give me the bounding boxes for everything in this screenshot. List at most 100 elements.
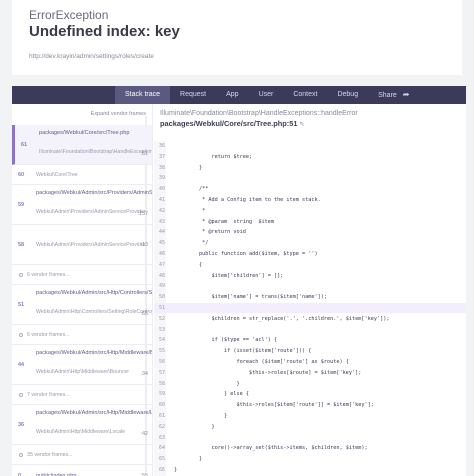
line-number[interactable]: 62: [154, 422, 166, 432]
code-text: }: [174, 456, 203, 463]
line-number[interactable]: 40: [154, 184, 166, 194]
frame-class-name: Illuminate\Foundation\Bootstrap\HandleEx…: [39, 149, 153, 155]
exception-type: ErrorException: [29, 8, 109, 22]
frame-class-name: Webkul\Admin\Providers\AdminServiceProvi…: [36, 242, 146, 248]
stack-frame[interactable]: packages/Webkul/Admin/src/Http/Middlewar…: [12, 345, 152, 385]
code-line: 58 }: [154, 379, 466, 389]
edit-icon[interactable]: ✎: [299, 122, 304, 128]
tab-app[interactable]: App: [216, 86, 248, 104]
line-number[interactable]: 66: [154, 465, 166, 475]
stack-frame[interactable]: Webkul\Core\Tree 60: [12, 165, 152, 185]
line-number[interactable]: 36: [154, 141, 166, 151]
line-number[interactable]: 54: [154, 335, 166, 345]
code-line: 52 $children = str_replace('.', '.childr…: [154, 314, 466, 324]
stack-frame[interactable]: public/index.php 0:55: [12, 465, 152, 476]
frame-index: 44: [18, 362, 25, 368]
line-number[interactable]: 59: [154, 389, 166, 399]
line-number[interactable]: 56: [154, 357, 166, 367]
code-line: 62 }: [154, 422, 466, 432]
expand-vendor-frames-button[interactable]: Expand vendor frames: [91, 111, 146, 117]
frame-file-path: packages/Webkul/Admin/src/Http/Middlewar…: [36, 350, 152, 356]
code-line: 53: [154, 325, 466, 335]
vendor-frames-toggle[interactable]: 6 vendor frames...: [12, 325, 152, 345]
stack-frame[interactable]: packages/Webkul/Admin/src/Http/Middlewar…: [12, 405, 152, 445]
tab-debug[interactable]: Debug: [327, 86, 368, 104]
frame-index: 60: [18, 172, 25, 178]
code-text: * Add a Config item to the item stack.: [174, 197, 321, 203]
line-number[interactable]: 39: [154, 173, 166, 183]
frame-line-number: :34: [140, 371, 148, 377]
frame-file-path: packages/Webkul/Admin/src/Providers/Admi…: [36, 190, 153, 196]
vendor-frames-label: 7 vendor frames...: [27, 392, 70, 398]
stack-frame[interactable]: packages/Webkul/Admin/src/Http/Controlle…: [12, 285, 153, 325]
vendor-dot-icon: [19, 272, 23, 277]
line-number[interactable]: 64: [154, 443, 166, 453]
code-line: 66}: [154, 465, 466, 475]
line-number[interactable]: 65: [154, 454, 166, 464]
line-number[interactable]: 44: [154, 227, 166, 237]
code-line-highlighted: 51: [154, 303, 466, 313]
code-text: * @return void: [174, 229, 246, 236]
vendor-frames-label: 6 vendor frames...: [27, 272, 70, 278]
line-number[interactable]: 47: [154, 260, 166, 270]
code-file-path[interactable]: packages/Webkul/Core/src/Tree.php:51 ✎: [160, 119, 305, 128]
request-url[interactable]: http://dev.krayin/admin/settings/roles/c…: [29, 53, 445, 60]
vendor-frames-toggle[interactable]: 6 vendor frames...: [12, 265, 152, 285]
tab-stack-trace[interactable]: Stack trace: [115, 86, 171, 104]
vendor-frames-label: 35 vendor frames...: [27, 452, 73, 458]
code-line: 36: [154, 141, 466, 151]
error-header: ErrorException Undefined index: key http…: [12, 0, 462, 75]
stack-frame[interactable]: packages/Webkul/Core/src/Tree.php Illumin…: [12, 125, 153, 165]
line-number[interactable]: 42: [154, 206, 166, 216]
line-number[interactable]: 63: [154, 433, 166, 443]
code-text: }: [174, 380, 240, 387]
stack-frame[interactable]: Webkul\Admin\Providers\AdminServiceProvi…: [12, 225, 152, 265]
code-text: * @param string $item: [174, 218, 274, 225]
frame-line-number: :157: [137, 211, 148, 217]
line-number[interactable]: 46: [154, 249, 166, 259]
code-line: 42 *: [154, 206, 466, 216]
stack-frame[interactable]: packages/Webkul/Admin/src/Providers/Admi…: [12, 185, 153, 225]
code-line: 49: [154, 281, 466, 291]
line-number[interactable]: 61: [154, 411, 166, 421]
code-line: 65 }: [154, 454, 466, 464]
line-number[interactable]: 52: [154, 314, 166, 324]
tab-request[interactable]: Request: [170, 86, 216, 104]
vendor-frames-label: 6 vendor frames...: [27, 332, 70, 338]
line-number[interactable]: 41: [154, 195, 166, 205]
vendor-dot-icon: [19, 332, 23, 337]
frame-line-number: :51: [140, 151, 148, 157]
frame-class-name: Webkul\Admin\Http\Controllers\Setting\Ro…: [36, 309, 153, 315]
line-number[interactable]: 37: [154, 152, 166, 162]
tab-context[interactable]: Context: [283, 86, 327, 104]
line-number[interactable]: 48: [154, 271, 166, 281]
vendor-frames-toggle[interactable]: 7 vendor frames...: [12, 385, 152, 405]
code-text: $children = str_replace('.', '.children.…: [174, 315, 390, 322]
code-text: $item['name'] = trans($item['name']);: [174, 294, 328, 301]
line-number[interactable]: 60: [154, 400, 166, 410]
line-number[interactable]: 53: [154, 325, 166, 335]
code-line: 64 core()->array_set($this->items, $chil…: [154, 443, 466, 453]
code-text: if ($type == 'acl') {: [174, 337, 278, 344]
frame-index: 58: [18, 242, 25, 248]
frame-line-number: :13: [140, 242, 148, 248]
tab-user[interactable]: User: [249, 86, 284, 104]
line-number[interactable]: 45: [154, 238, 166, 248]
line-number[interactable]: 50: [154, 292, 166, 302]
line-number[interactable]: 51: [154, 303, 166, 313]
line-number[interactable]: 58: [154, 379, 166, 389]
line-number[interactable]: 57: [154, 368, 166, 378]
tab-share[interactable]: Share ➦: [368, 86, 419, 104]
code-line: 54 if ($type == 'acl') {: [154, 335, 466, 345]
line-number[interactable]: 55: [154, 346, 166, 356]
vendor-dot-icon: [19, 452, 23, 457]
line-number[interactable]: 43: [154, 217, 166, 227]
code-line: 43 * @param string $item: [154, 217, 466, 227]
code-line: 56 foreach ($item['route'] as $route) {: [154, 357, 466, 367]
code-method-title: Illuminate\Foundation\Bootstrap\HandleEx…: [160, 110, 358, 117]
vendor-frames-toggle[interactable]: 35 vendor frames...: [12, 445, 152, 465]
line-number[interactable]: 49: [154, 281, 166, 291]
line-number[interactable]: 38: [154, 163, 166, 173]
frame-file-path: packages/Webkul/Admin/src/Http/Controlle…: [36, 290, 153, 296]
code-line: 55 if (isset($item['route'])) {: [154, 346, 466, 356]
